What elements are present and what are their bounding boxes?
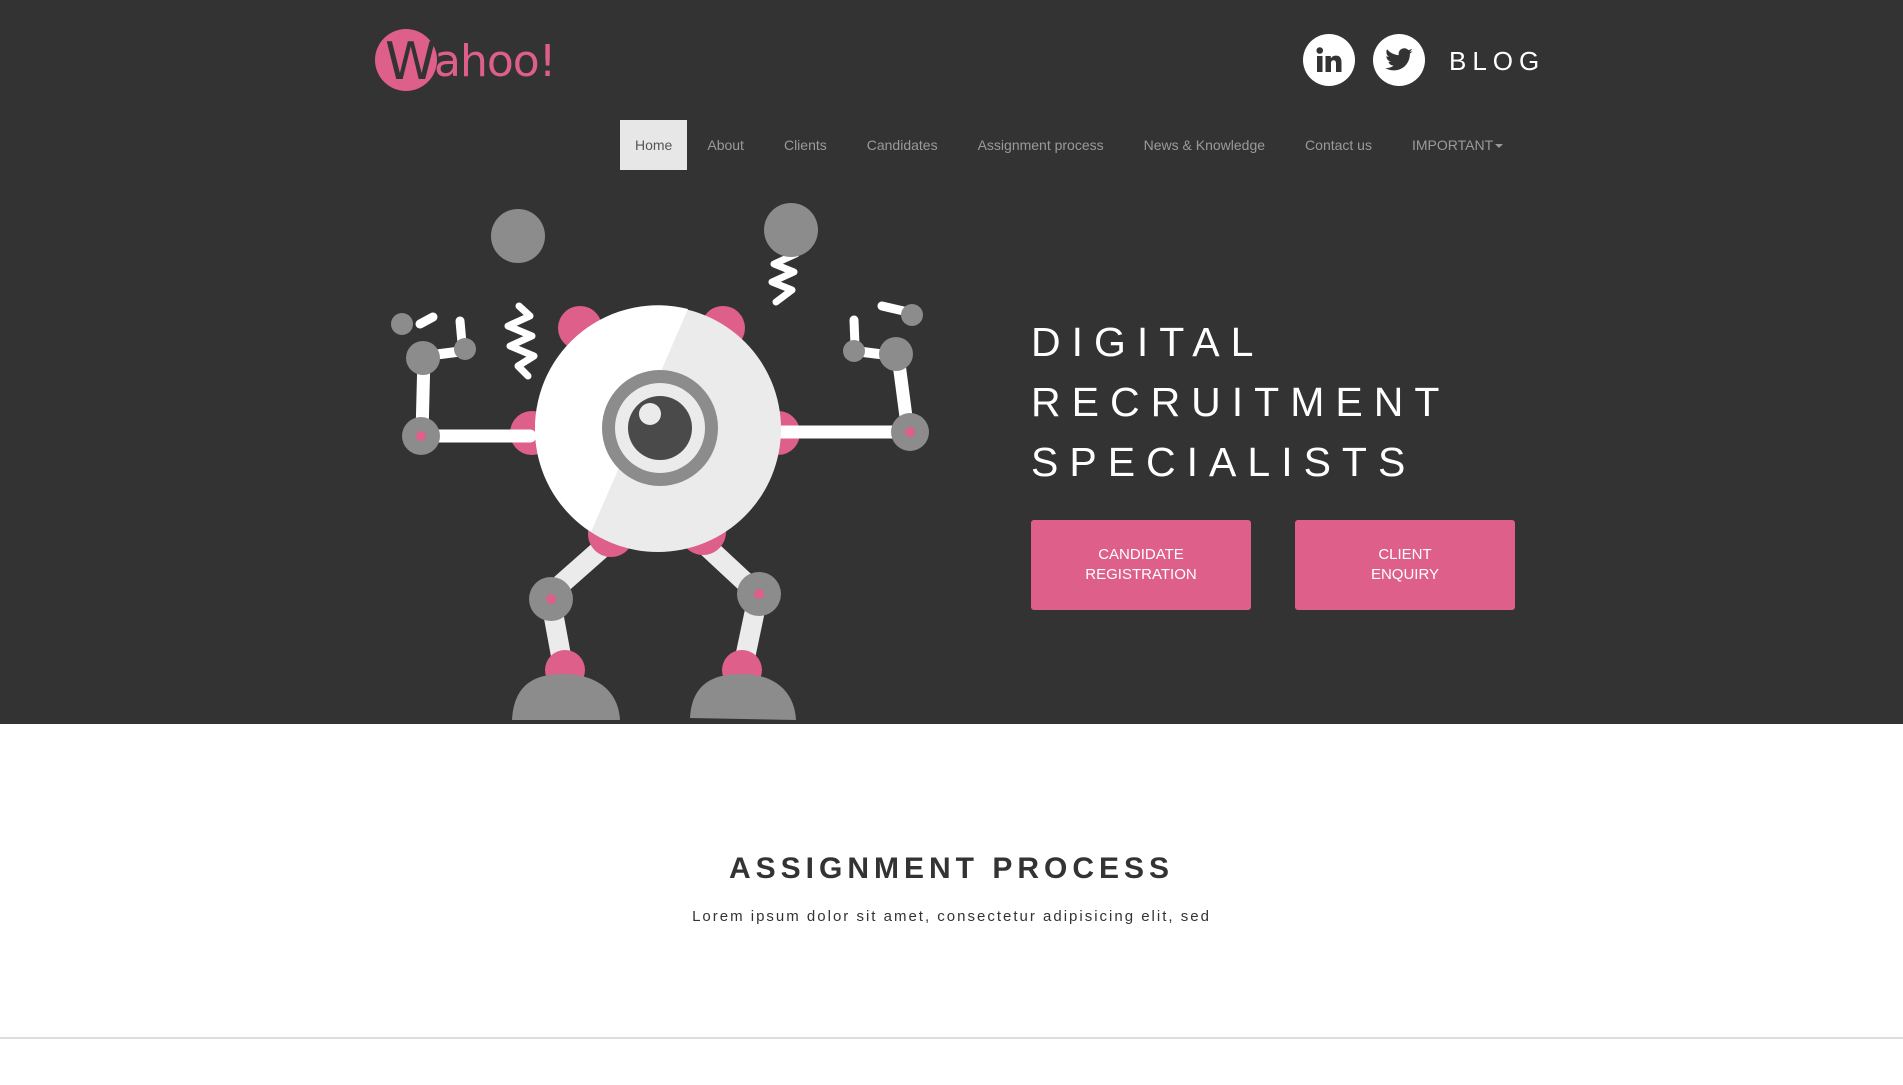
- candidate-button-line-2: REGISTRATION: [1085, 566, 1197, 583]
- twitter-link[interactable]: [1373, 34, 1425, 86]
- section-divider: [0, 1037, 1903, 1039]
- candidate-registration-button[interactable]: CANDIDATE REGISTRATION: [1031, 520, 1251, 610]
- robot-illustration: [391, 203, 929, 720]
- nav-important-label: IMPORTANT: [1411, 137, 1494, 153]
- linkedin-icon: [1316, 47, 1342, 72]
- nav-important-dropdown[interactable]: IMPORTANT: [1392, 120, 1523, 170]
- hero-headline: DIGITAL RECRUITMENT SPECIALISTS: [1031, 312, 1631, 492]
- headline-line-3: SPECIALISTS: [1031, 439, 1417, 485]
- nav-assignment-process[interactable]: Assignment process: [958, 120, 1124, 170]
- logo-wordmark: ahoo!: [434, 36, 556, 87]
- nav-home[interactable]: Home: [620, 120, 688, 170]
- headline-line-2: RECRUITMENT: [1031, 379, 1451, 425]
- client-button-line-2: ENQUIRY: [1370, 566, 1440, 583]
- headline-line-1: DIGITAL: [1031, 319, 1265, 365]
- candidate-button-line-1: CANDIDATE: [1098, 546, 1184, 563]
- client-enquiry-button[interactable]: CLIENT ENQUIRY: [1295, 520, 1515, 610]
- nav-contact-us[interactable]: Contact us: [1285, 120, 1392, 170]
- hero-section: W ahoo! BLOG Home About Clients Candidat…: [0, 0, 1903, 724]
- client-button-line-1: CLIENT: [1378, 546, 1432, 563]
- linkedin-link[interactable]: [1303, 34, 1355, 86]
- section-title: ASSIGNMENT PROCESS: [728, 852, 1175, 885]
- nav-about[interactable]: About: [687, 120, 764, 170]
- section-subtitle: Lorem ipsum dolor sit amet, consectetur …: [692, 908, 1211, 925]
- nav-news-knowledge[interactable]: News & Knowledge: [1124, 120, 1285, 170]
- caret-down-icon: [1495, 144, 1504, 149]
- logo-initial: W: [385, 32, 436, 92]
- twitter-icon: [1385, 48, 1413, 71]
- wahoo-logo[interactable]: W ahoo!: [375, 28, 565, 94]
- nav-candidates[interactable]: Candidates: [847, 120, 958, 170]
- nav-clients[interactable]: Clients: [764, 120, 847, 170]
- blog-link[interactable]: BLOG: [1449, 46, 1545, 76]
- main-nav: Home About Clients Candidates Assignment…: [620, 120, 1523, 170]
